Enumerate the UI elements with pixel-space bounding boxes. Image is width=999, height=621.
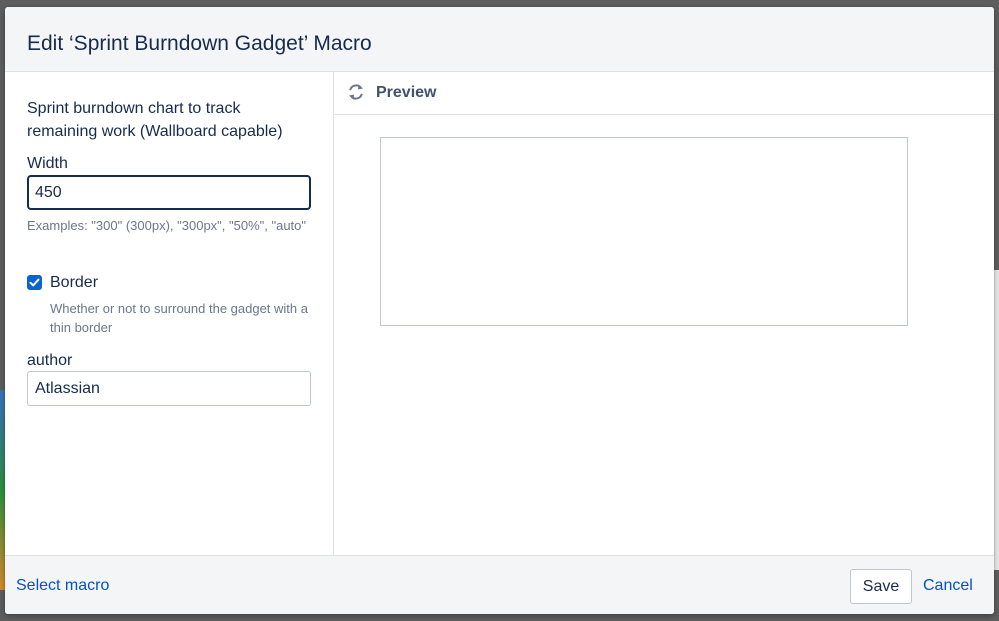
- preview-label: Preview: [376, 84, 437, 101]
- width-label: Width: [27, 155, 68, 172]
- backdrop-decoration-right: [994, 270, 999, 570]
- macro-description: Sprint burndown chart to track remaining…: [27, 100, 283, 140]
- border-label[interactable]: Border: [50, 273, 98, 293]
- macro-parameters-panel: Sprint burndown chart to track remaining…: [5, 72, 334, 555]
- save-button[interactable]: Save: [850, 569, 912, 604]
- select-macro-link[interactable]: Select macro: [16, 577, 109, 595]
- dialog-header: Edit ‘Sprint Burndown Gadget’ Macro: [5, 7, 994, 72]
- macro-edit-dialog: Edit ‘Sprint Burndown Gadget’ Macro Spri…: [5, 7, 994, 614]
- dialog-footer: Select macro Save Cancel: [5, 555, 994, 614]
- checkmark-icon: [29, 278, 40, 287]
- author-input[interactable]: [27, 371, 311, 406]
- width-input[interactable]: [27, 175, 311, 210]
- refresh-icon[interactable]: [346, 82, 366, 102]
- preview-toolbar: Preview: [334, 72, 994, 115]
- author-label: author: [27, 352, 73, 369]
- cancel-link[interactable]: Cancel: [923, 577, 973, 595]
- preview-panel: Preview: [334, 72, 994, 555]
- border-checkbox[interactable]: [27, 275, 42, 290]
- preview-frame: [380, 137, 908, 326]
- border-help-text: Whether or not to surround the gadget wi…: [50, 301, 308, 335]
- dialog-title: Edit ‘Sprint Burndown Gadget’ Macro: [27, 32, 372, 55]
- width-help-text: Examples: "300" (300px), "300px", "50%",…: [27, 218, 307, 233]
